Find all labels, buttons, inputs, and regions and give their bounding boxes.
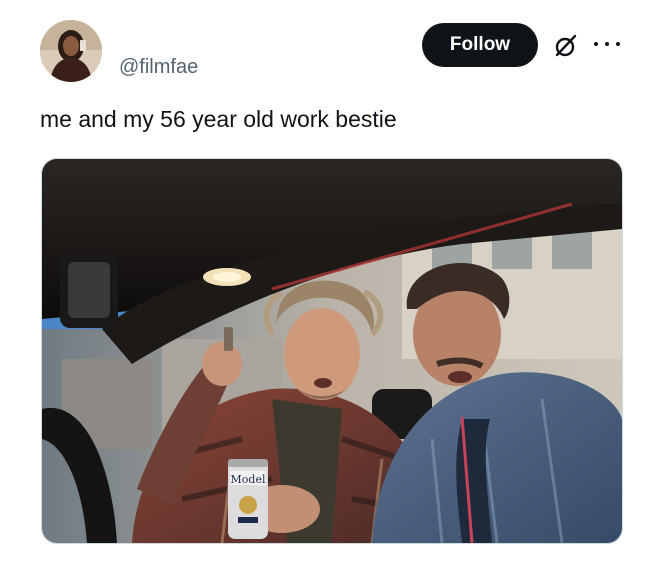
more-dot — [616, 42, 620, 46]
follow-button[interactable]: Follow — [422, 23, 538, 67]
tweet-card: @filmfae Follow me and my 56 year old wo… — [0, 0, 645, 568]
avatar[interactable] — [40, 20, 102, 82]
tweet-header: @filmfae Follow — [40, 20, 630, 82]
more-dot — [605, 42, 609, 46]
grok-icon[interactable] — [553, 33, 579, 59]
can-label: Model — [231, 473, 266, 486]
tweet-text: me and my 56 year old work bestie — [40, 106, 397, 132]
more-dot — [594, 42, 598, 46]
avatar-image — [40, 20, 102, 82]
author-handle[interactable]: @filmfae — [119, 56, 198, 79]
tweet-media-photo[interactable]: Model — [41, 158, 623, 544]
photo-illustration: Model — [42, 159, 622, 543]
more-options-icon[interactable] — [594, 34, 620, 54]
